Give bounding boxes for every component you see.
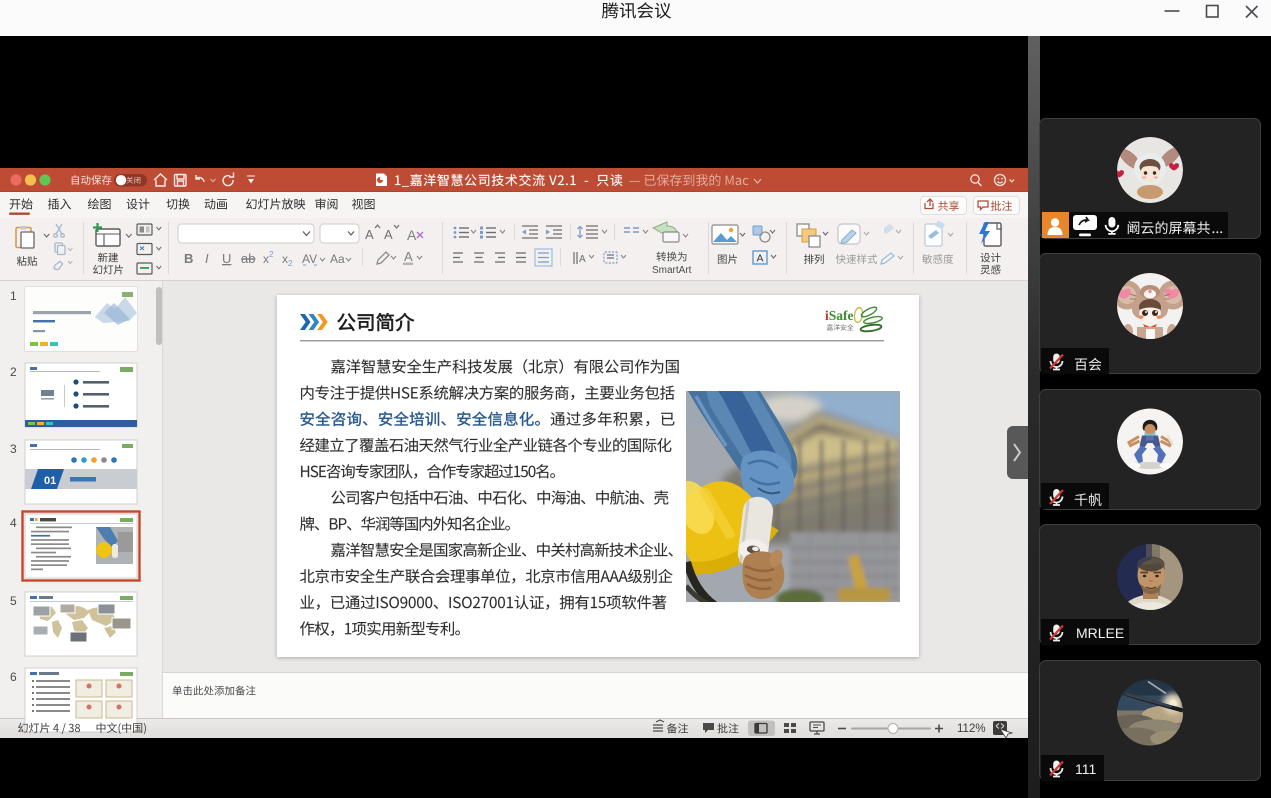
svg-text:B: B (184, 251, 193, 266)
svg-text:2: 2 (269, 250, 274, 259)
svg-text:2: 2 (10, 365, 17, 379)
svg-text:A: A (757, 253, 764, 265)
svg-text:ab: ab (241, 251, 255, 266)
svg-text:A: A (407, 227, 417, 243)
svg-text:1: 1 (10, 289, 17, 303)
svg-text:Aa: Aa (330, 252, 345, 266)
svg-text:5: 5 (10, 594, 17, 608)
svg-text:6: 6 (10, 670, 17, 684)
svg-text:A: A (365, 227, 374, 242)
svg-text:4: 4 (10, 516, 17, 530)
svg-text:01: 01 (44, 475, 56, 487)
svg-text:A: A (404, 249, 413, 264)
svg-text:2: 2 (288, 259, 293, 268)
svg-text:A: A (579, 254, 586, 265)
svg-text:A: A (384, 227, 393, 242)
svg-text:AV: AV (302, 252, 317, 266)
svg-text:3: 3 (10, 442, 17, 456)
svg-text:U: U (222, 251, 231, 266)
svg-text:I: I (205, 251, 209, 266)
